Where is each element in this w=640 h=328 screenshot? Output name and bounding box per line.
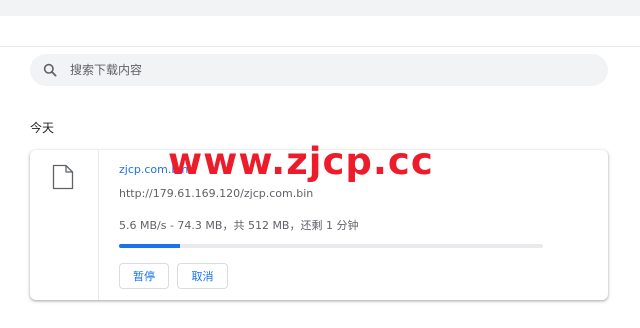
download-status: 5.6 MB/s - 74.3 MB，共 512 MB，还剩 1 分钟 (119, 219, 359, 232)
file-icon-column (30, 150, 99, 300)
search-icon[interactable] (42, 62, 58, 78)
file-source-url: http://179.61.169.120/zjcp.com.bin (119, 187, 314, 200)
search-input[interactable] (68, 62, 552, 78)
cancel-button[interactable]: 取消 (177, 263, 228, 289)
file-icon (52, 164, 74, 190)
download-progress-fill (119, 244, 181, 248)
section-title-today: 今天 (30, 121, 55, 135)
window-top-bar (0, 0, 640, 16)
search-bar[interactable] (30, 54, 608, 86)
download-progress-bar (119, 244, 543, 248)
watermark-text: www.zjcp.cc (168, 140, 434, 183)
downloads-toolbar (0, 16, 640, 47)
pause-button[interactable]: 暂停 (119, 263, 169, 289)
